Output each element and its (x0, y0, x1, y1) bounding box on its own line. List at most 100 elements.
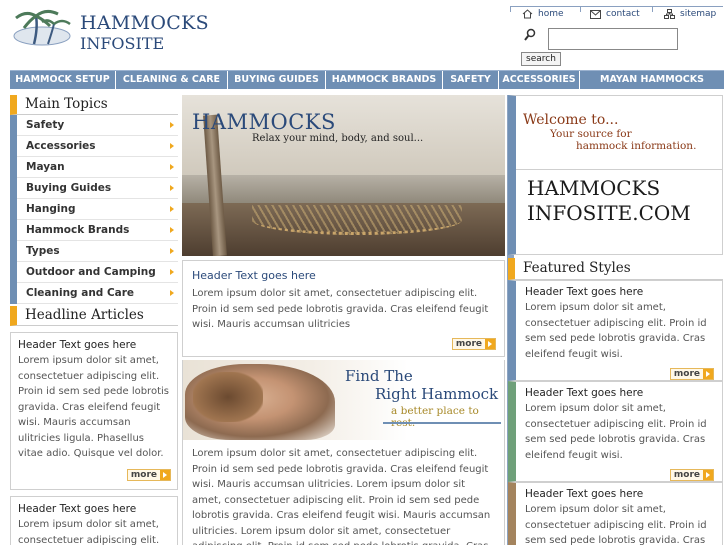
topic-buying-guides[interactable]: Buying Guides (17, 178, 178, 199)
topic-outdoor-camping[interactable]: Outdoor and Camping (17, 262, 178, 283)
arrow-right-icon (703, 369, 713, 379)
search-icon (524, 28, 536, 41)
arrow-right-icon (170, 164, 174, 170)
more-button[interactable]: more (669, 469, 714, 481)
site-name-line2: INFOSITE.COM (527, 201, 691, 225)
arrow-right-icon (170, 206, 174, 212)
left-column: Main Topics Safety Accessories Mayan Buy… (10, 95, 178, 545)
arrow-right-icon (170, 290, 174, 296)
topic-label: Buying Guides (26, 182, 112, 194)
divider (383, 422, 501, 424)
find-title-line1: Find The (345, 367, 413, 385)
search-input[interactable] (548, 28, 678, 50)
hero-subtitle: Relax your mind, body, and soul... (252, 133, 424, 144)
top-links-bar: home contact sitemap (510, 6, 723, 22)
center-article: Header Text goes here Lorem ipsum dolor … (182, 260, 505, 357)
envelope-icon (590, 9, 601, 19)
hair-image (193, 372, 263, 422)
featured-body: Lorem ipsum dolor sit amet, consectetuer… (525, 504, 707, 545)
featured-body: Lorem ipsum dolor sit amet, consectetuer… (525, 302, 707, 360)
arrow-right-icon (170, 185, 174, 191)
nav-item-safety[interactable]: SAFETY (443, 71, 499, 89)
welcome-top: Welcome to... Your source for hammock in… (516, 96, 722, 170)
nav-item-accessories[interactable]: ACCESSORIES (499, 71, 580, 89)
headline-article: Header Text goes here Lorem ipsum dolor … (10, 496, 178, 545)
article-body: Lorem ipsum dolor sit amet, consectetuer… (192, 448, 491, 545)
arrow-right-icon (170, 248, 174, 254)
hero-title: HAMMOCKS (192, 110, 336, 134)
welcome-panel: Welcome to... Your source for hammock in… (508, 95, 723, 255)
arrow-right-icon (170, 143, 174, 149)
sitemap-link[interactable]: sitemap (664, 9, 716, 19)
home-icon (522, 9, 533, 19)
home-link[interactable]: home (522, 9, 564, 19)
sitemap-link-label: sitemap (680, 9, 717, 19)
find-hammock-banner[interactable]: Find The Right Hammock a better place to… (182, 360, 505, 440)
more-label: more (673, 369, 700, 379)
topic-label: Outdoor and Camping (26, 266, 156, 278)
topic-hammock-brands[interactable]: Hammock Brands (17, 220, 178, 241)
topic-label: Types (26, 245, 60, 257)
home-link-label: home (538, 9, 564, 19)
topic-accessories[interactable]: Accessories (17, 136, 178, 157)
palm-tree-logo-icon (13, 9, 71, 46)
nav-item-buying-guides[interactable]: BUYING GUIDES (228, 71, 326, 89)
featured-item: Header Text goes here Lorem ipsum dolor … (508, 280, 723, 381)
article-title[interactable]: Header Text goes here (18, 339, 170, 351)
logo-text-hammocks: HAMMOCKS (80, 12, 209, 34)
featured-title[interactable]: Header Text goes here (525, 286, 713, 298)
more-label: more (673, 470, 700, 480)
main-topics-heading: Main Topics (10, 95, 178, 115)
arrow-right-icon (170, 269, 174, 275)
topic-cleaning-care[interactable]: Cleaning and Care (17, 283, 178, 304)
topic-label: Hanging (26, 203, 76, 215)
hammock-image (252, 205, 462, 235)
more-label: more (130, 470, 157, 480)
article-body: Lorem ipsum dolor sit amet, consectetuer… (18, 355, 169, 459)
more-button[interactable]: more (669, 368, 714, 380)
main-nav: HAMMOCK SETUP CLEANING & CARE BUYING GUI… (10, 70, 724, 89)
arrow-right-icon (160, 470, 170, 480)
search-button[interactable]: search (521, 52, 561, 66)
right-column: Welcome to... Your source for hammock in… (508, 95, 723, 545)
topic-label: Cleaning and Care (26, 287, 135, 299)
article-title[interactable]: Header Text goes here (18, 503, 170, 515)
featured-title[interactable]: Header Text goes here (525, 387, 713, 399)
featured-title[interactable]: Header Text goes here (525, 488, 713, 500)
topic-safety[interactable]: Safety (17, 115, 178, 136)
nav-item-mayan-hammocks[interactable]: MAYAN HAMMOCKS (580, 71, 724, 89)
featured-item: Header Text goes here Lorem ipsum dolor … (508, 482, 723, 545)
nav-item-hammock-setup[interactable]: HAMMOCK SETUP (10, 71, 116, 89)
find-tagline: a better place to rest. (391, 405, 479, 429)
hero-sea (182, 175, 505, 205)
contact-link[interactable]: contact (590, 9, 640, 19)
more-button[interactable]: more (451, 338, 496, 350)
featured-styles-heading: Featured Styles (508, 258, 723, 280)
contact-link-label: contact (606, 9, 640, 19)
topic-hanging[interactable]: Hanging (17, 199, 178, 220)
featured-item: Header Text goes here Lorem ipsum dolor … (508, 381, 723, 482)
topic-mayan[interactable]: Mayan (17, 157, 178, 178)
more-button[interactable]: more (126, 469, 171, 481)
nav-item-cleaning-care[interactable]: CLEANING & CARE (116, 71, 228, 89)
site-logo[interactable]: HAMMOCKS INFOSITE (12, 6, 209, 53)
divider (510, 6, 511, 12)
article-title[interactable]: Header Text goes here (192, 269, 495, 282)
topic-label: Mayan (26, 161, 65, 173)
arrow-right-icon (170, 227, 174, 233)
topic-label: Hammock Brands (26, 224, 130, 236)
topic-label: Safety (26, 119, 65, 131)
featured-body: Lorem ipsum dolor sit amet, consectetuer… (525, 403, 707, 461)
hero-banner: HAMMOCKS Relax your mind, body, and soul… (182, 95, 505, 256)
topics-list: Safety Accessories Mayan Buying Guides H… (10, 115, 178, 304)
nav-item-hammock-brands[interactable]: HAMMOCK BRANDS (326, 71, 443, 89)
divider (652, 6, 653, 12)
topic-types[interactable]: Types (17, 241, 178, 262)
sitemap-icon (664, 9, 675, 19)
arrow-right-icon (703, 470, 713, 480)
welcome-heading: Welcome to... (523, 112, 619, 128)
center-column: HAMMOCKS Relax your mind, body, and soul… (182, 95, 505, 545)
site-name-line1: HAMMOCKS (527, 176, 661, 200)
arrow-right-icon (485, 339, 495, 349)
logo-text-infosite: INFOSITE (80, 34, 165, 53)
